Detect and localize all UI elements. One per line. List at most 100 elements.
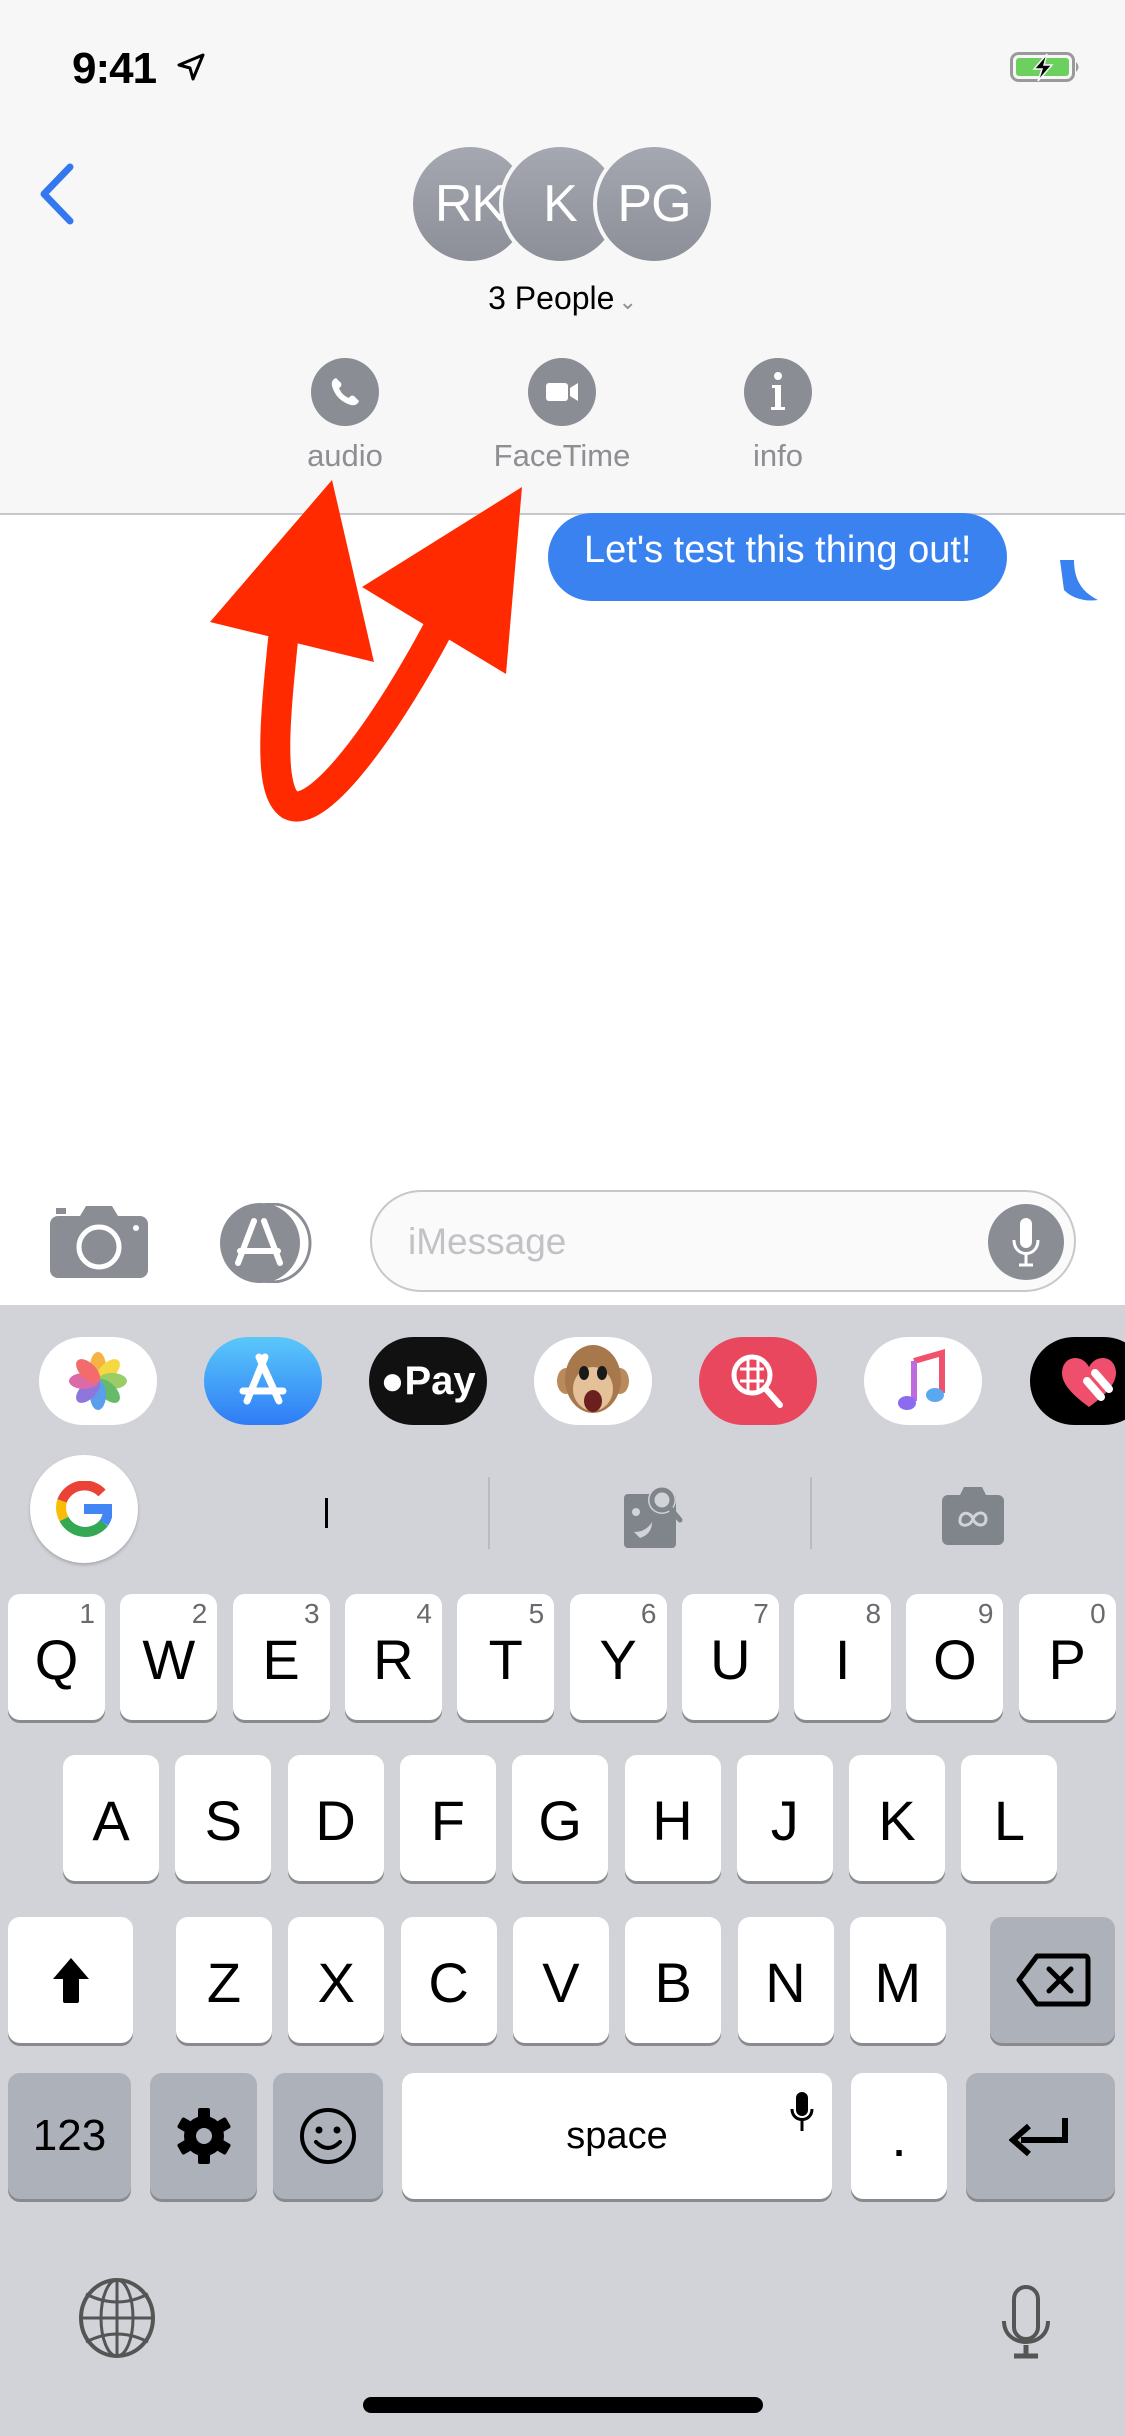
settings-key[interactable] (150, 2073, 257, 2199)
letter-key[interactable]: N (737, 1917, 834, 2043)
letter-key[interactable]: P0 (1018, 1594, 1116, 1720)
image-search-icon[interactable] (620, 1480, 690, 1550)
letter-key[interactable]: G (512, 1755, 609, 1881)
key-label: L (993, 1788, 1025, 1852)
letter-key[interactable]: S (175, 1755, 272, 1881)
digital-touch-heart-icon (1062, 1358, 1116, 1407)
chevron-down-icon: ⌄ (618, 289, 637, 314)
key-number-hint: 1 (79, 1598, 95, 1629)
emoji-key[interactable] (273, 2073, 383, 2199)
letter-key[interactable]: E3 (232, 1594, 330, 1720)
return-icon (1008, 2118, 1068, 2157)
audio-call-button[interactable]: audio (265, 358, 425, 474)
letter-key[interactable]: Z (176, 1917, 272, 2043)
app-digital-touch[interactable] (1030, 1337, 1125, 1425)
arrow-head-facetime (362, 487, 522, 674)
conversation-header: 9:41 RK K PG 3 People ⌄ audio FaceTime i… (0, 0, 1125, 515)
avatar-initials: PG (617, 175, 691, 233)
letter-key[interactable]: K (849, 1755, 946, 1881)
numbers-key[interactable]: 123 (8, 2073, 131, 2199)
letter-key[interactable]: Y6 (569, 1594, 667, 1720)
letter-key[interactable]: V (512, 1917, 609, 2043)
message-bubble-outgoing[interactable]: Let's test this thing out! (548, 513, 1008, 601)
gif-camera-icon[interactable] (940, 1485, 1006, 1547)
music-note-icon (898, 1349, 945, 1410)
dictation-button[interactable] (988, 1204, 1064, 1280)
group-title[interactable]: 3 People ⌄ (0, 280, 1125, 317)
letter-key[interactable]: D (287, 1755, 384, 1881)
delete-icon (1016, 1953, 1090, 2007)
app-music[interactable] (864, 1337, 982, 1425)
app-apple-pay[interactable]: ●Pay (369, 1337, 487, 1425)
key-label: Q (34, 1627, 79, 1691)
space-key[interactable]: space (402, 2073, 832, 2199)
web-image-search-icon (731, 1354, 783, 1408)
key-label: Y (599, 1627, 637, 1691)
letter-key[interactable]: A (63, 1755, 159, 1881)
back-button[interactable] (30, 155, 90, 230)
keyboard-dictation-icon[interactable] (1001, 2285, 1051, 2361)
key-number-hint: 9 (977, 1598, 994, 1629)
app-animoji[interactable] (534, 1337, 652, 1425)
key-label: U (710, 1627, 751, 1691)
arrow-tail (260, 610, 455, 822)
message-input-field[interactable] (370, 1190, 1076, 1292)
key-label: X (317, 1950, 355, 2014)
key-label: S (204, 1788, 242, 1852)
app-photos[interactable] (39, 1337, 157, 1425)
facetime-button[interactable]: FaceTime (482, 358, 642, 474)
key-label: A (92, 1788, 130, 1852)
letter-key[interactable]: L (961, 1755, 1058, 1881)
return-key[interactable] (966, 2073, 1115, 2199)
letter-key[interactable]: Q1 (8, 1594, 105, 1720)
shift-key[interactable] (8, 1917, 133, 2043)
home-indicator[interactable] (363, 2397, 763, 2413)
toolbar-divider (810, 1477, 812, 1549)
letter-key[interactable]: B (625, 1917, 722, 2043)
app-app-store[interactable] (204, 1337, 322, 1425)
numbers-key-label: 123 (32, 2111, 107, 2160)
letter-key[interactable]: F (399, 1755, 496, 1881)
camera-button[interactable] (50, 1200, 148, 1280)
key-label: E (262, 1627, 300, 1691)
message-text: Let's test this thing out! (584, 529, 972, 571)
letter-key[interactable]: T5 (457, 1594, 555, 1720)
key-label: N (765, 1950, 806, 2014)
google-search-button[interactable] (30, 1455, 138, 1563)
key-number-hint: 2 (191, 1598, 208, 1629)
space-key-label: space (566, 2114, 668, 2157)
key-label: C (428, 1950, 469, 2014)
info-button[interactable]: info (698, 358, 858, 474)
key-label: W (142, 1627, 196, 1691)
letter-key[interactable]: X (288, 1917, 385, 2043)
key-label: B (654, 1950, 692, 2014)
letter-key[interactable]: U7 (681, 1594, 779, 1720)
letter-key[interactable]: I8 (794, 1594, 892, 1720)
key-label: I (834, 1627, 851, 1691)
battery-charging-icon (1010, 52, 1079, 82)
app-image-search[interactable] (699, 1337, 817, 1425)
avatar[interactable]: PG (593, 143, 715, 265)
key-label: V (542, 1950, 580, 2014)
key-label: Z (206, 1950, 242, 2014)
photos-icon (69, 1352, 127, 1410)
key-label: H (652, 1788, 693, 1852)
app-store-icon (239, 1353, 287, 1405)
letter-key[interactable]: J (736, 1755, 833, 1881)
period-key[interactable]: . (851, 2073, 947, 2199)
letter-key[interactable]: R4 (344, 1594, 442, 1720)
letter-key[interactable]: H (624, 1755, 721, 1881)
key-label: D (315, 1788, 356, 1852)
key-label: R (373, 1627, 414, 1691)
globe-icon[interactable] (78, 2278, 156, 2358)
delete-key[interactable] (990, 1917, 1115, 2043)
message-input[interactable] (408, 1212, 968, 1272)
toolbar-divider (488, 1477, 490, 1549)
letter-key[interactable]: O9 (906, 1594, 1004, 1720)
app-store-button[interactable] (210, 1203, 316, 1283)
letter-key[interactable]: M (849, 1917, 946, 2043)
phone-icon (311, 358, 379, 426)
letter-key[interactable]: W2 (120, 1594, 218, 1720)
letter-key[interactable]: C (400, 1917, 497, 2043)
key-number-hint: 0 (1090, 1598, 1106, 1629)
